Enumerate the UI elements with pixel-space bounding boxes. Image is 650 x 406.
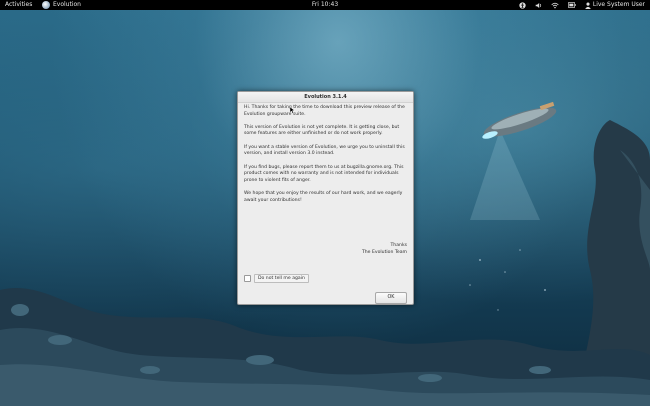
clock[interactable]: Fri 10:43 xyxy=(312,1,338,8)
user-menu-label: Live System User xyxy=(592,1,645,8)
do-not-tell-checkbox[interactable] xyxy=(244,275,251,282)
message-paragraph: If you want a stable version of Evolutio… xyxy=(244,144,405,157)
spaceship-illustration xyxy=(482,101,557,139)
evolution-preview-dialog: Evolution 3.1.4 Hi. Thanks for taking th… xyxy=(237,91,414,305)
ok-button[interactable]: OK xyxy=(375,292,407,304)
signature-thanks: Thanks xyxy=(390,243,408,248)
message-paragraph: If you find bugs, please report them to … xyxy=(244,164,404,183)
signature: Thanks The Evolution Team xyxy=(362,243,407,256)
user-menu[interactable]: Live System User xyxy=(585,0,645,10)
message-paragraph: This version of Evolution is not yet com… xyxy=(244,124,400,137)
signature-team: The Evolution Team xyxy=(361,249,407,255)
dialog-message: Hi. Thanks for taking the time to downlo… xyxy=(244,105,408,211)
user-icon xyxy=(585,2,591,9)
top-bar: Activities Evolution Fri 10:43 Live Syst… xyxy=(0,0,650,10)
volume-icon[interactable] xyxy=(535,2,542,9)
do-not-tell-label[interactable]: Do not tell me again xyxy=(254,274,309,283)
message-paragraph: Hi. Thanks for taking the time to downlo… xyxy=(244,105,405,117)
message-paragraph: We hope that you enjoy the results of ou… xyxy=(244,191,403,203)
battery-icon[interactable] xyxy=(567,2,576,8)
do-not-tell-row[interactable]: Do not tell me again xyxy=(244,274,309,283)
network-icon[interactable] xyxy=(551,2,559,9)
system-tray: Live System User xyxy=(519,0,645,10)
accessibility-icon[interactable] xyxy=(519,1,526,9)
mouse-pointer-icon xyxy=(290,107,295,114)
dialog-title: Evolution 3.1.4 xyxy=(238,92,413,103)
